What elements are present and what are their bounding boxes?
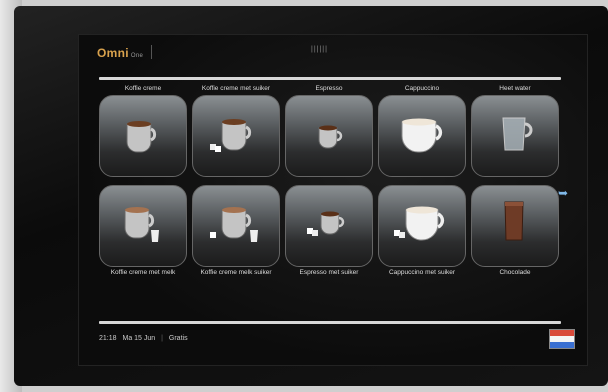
product-tile: Cappuccino xyxy=(378,83,466,177)
product-label: Chocolade xyxy=(499,269,531,276)
product-grid: Koffie creme Koffie creme met suiker Esp… xyxy=(99,83,559,279)
espresso-button[interactable] xyxy=(285,95,373,177)
date-text: Ma 15 Jun xyxy=(122,335,156,342)
header-label: |||||| xyxy=(311,46,328,53)
cappuccino-sugar-icon xyxy=(394,206,445,241)
product-tile: Cappuccino met suiker xyxy=(378,185,466,279)
product-tile: Koffie creme met melk xyxy=(99,185,187,279)
touch-screen: Omni One |||||| Koffie creme Koffie creme… xyxy=(78,34,588,366)
product-tile: Heet water xyxy=(471,83,559,177)
product-tile: Koffie creme xyxy=(99,83,187,177)
cup-sugar-icon xyxy=(210,119,252,152)
product-tile: Espresso xyxy=(285,83,373,177)
product-label: Koffie creme met melk xyxy=(110,269,176,276)
espresso-sugar-icon xyxy=(307,211,345,236)
side-arrow-icon: ➥ xyxy=(558,186,569,200)
brand-logo: Omni One xyxy=(97,46,144,60)
product-label: Cappuccino met suiker xyxy=(388,269,456,276)
product-label: Koffie creme melk suiker xyxy=(200,269,272,276)
koffie-creme-suiker-button[interactable] xyxy=(192,95,280,177)
chocolate-icon xyxy=(504,201,524,241)
cup-icon xyxy=(126,121,157,153)
cup-milk-sugar-icon xyxy=(210,207,258,242)
row-gap xyxy=(99,177,559,185)
price-text: Gratis xyxy=(168,335,188,342)
logo-divider xyxy=(151,45,152,59)
clock-time: 21:18 xyxy=(99,335,117,342)
chocolade-button[interactable] xyxy=(471,185,559,267)
cappuccino-button[interactable] xyxy=(378,95,466,177)
cappuccino-suiker-button[interactable] xyxy=(378,185,466,267)
cup-milk-icon xyxy=(124,207,159,242)
machine-bezel: Omni One |||||| Koffie creme Koffie creme… xyxy=(14,6,608,386)
product-label: Cappuccino xyxy=(404,85,440,92)
product-row-bottom: Koffie creme met melk Koffie creme melk … xyxy=(99,185,559,279)
status-bar: 21:18 Ma 15 Jun | Gratis xyxy=(99,335,192,342)
product-tile: Koffie creme melk suiker xyxy=(192,185,280,279)
product-label: Koffie creme xyxy=(124,85,162,92)
espresso-suiker-button[interactable] xyxy=(285,185,373,267)
espresso-icon xyxy=(318,125,343,149)
footer-divider: | xyxy=(161,335,163,342)
heet-water-button[interactable] xyxy=(471,95,559,177)
product-label: Heet water xyxy=(499,85,531,92)
koffie-creme-button[interactable] xyxy=(99,95,187,177)
product-tile: Chocolade xyxy=(471,185,559,279)
glass-icon xyxy=(502,117,533,151)
top-rule xyxy=(99,77,561,80)
koffie-creme-melk-suiker-button[interactable] xyxy=(192,185,280,267)
koffie-creme-melk-button[interactable] xyxy=(99,185,187,267)
product-label: Koffie creme met suiker xyxy=(201,85,271,92)
dutch-flag-icon[interactable] xyxy=(549,329,575,349)
product-label: Espresso met suiker xyxy=(299,269,359,276)
product-row-top: Koffie creme Koffie creme met suiker Esp… xyxy=(99,83,559,177)
product-label: Espresso xyxy=(315,85,343,92)
bottom-rule xyxy=(99,321,561,324)
product-tile: Koffie creme met suiker xyxy=(192,83,280,177)
product-tile: Espresso met suiker xyxy=(285,185,373,279)
cappuccino-icon xyxy=(401,118,443,153)
